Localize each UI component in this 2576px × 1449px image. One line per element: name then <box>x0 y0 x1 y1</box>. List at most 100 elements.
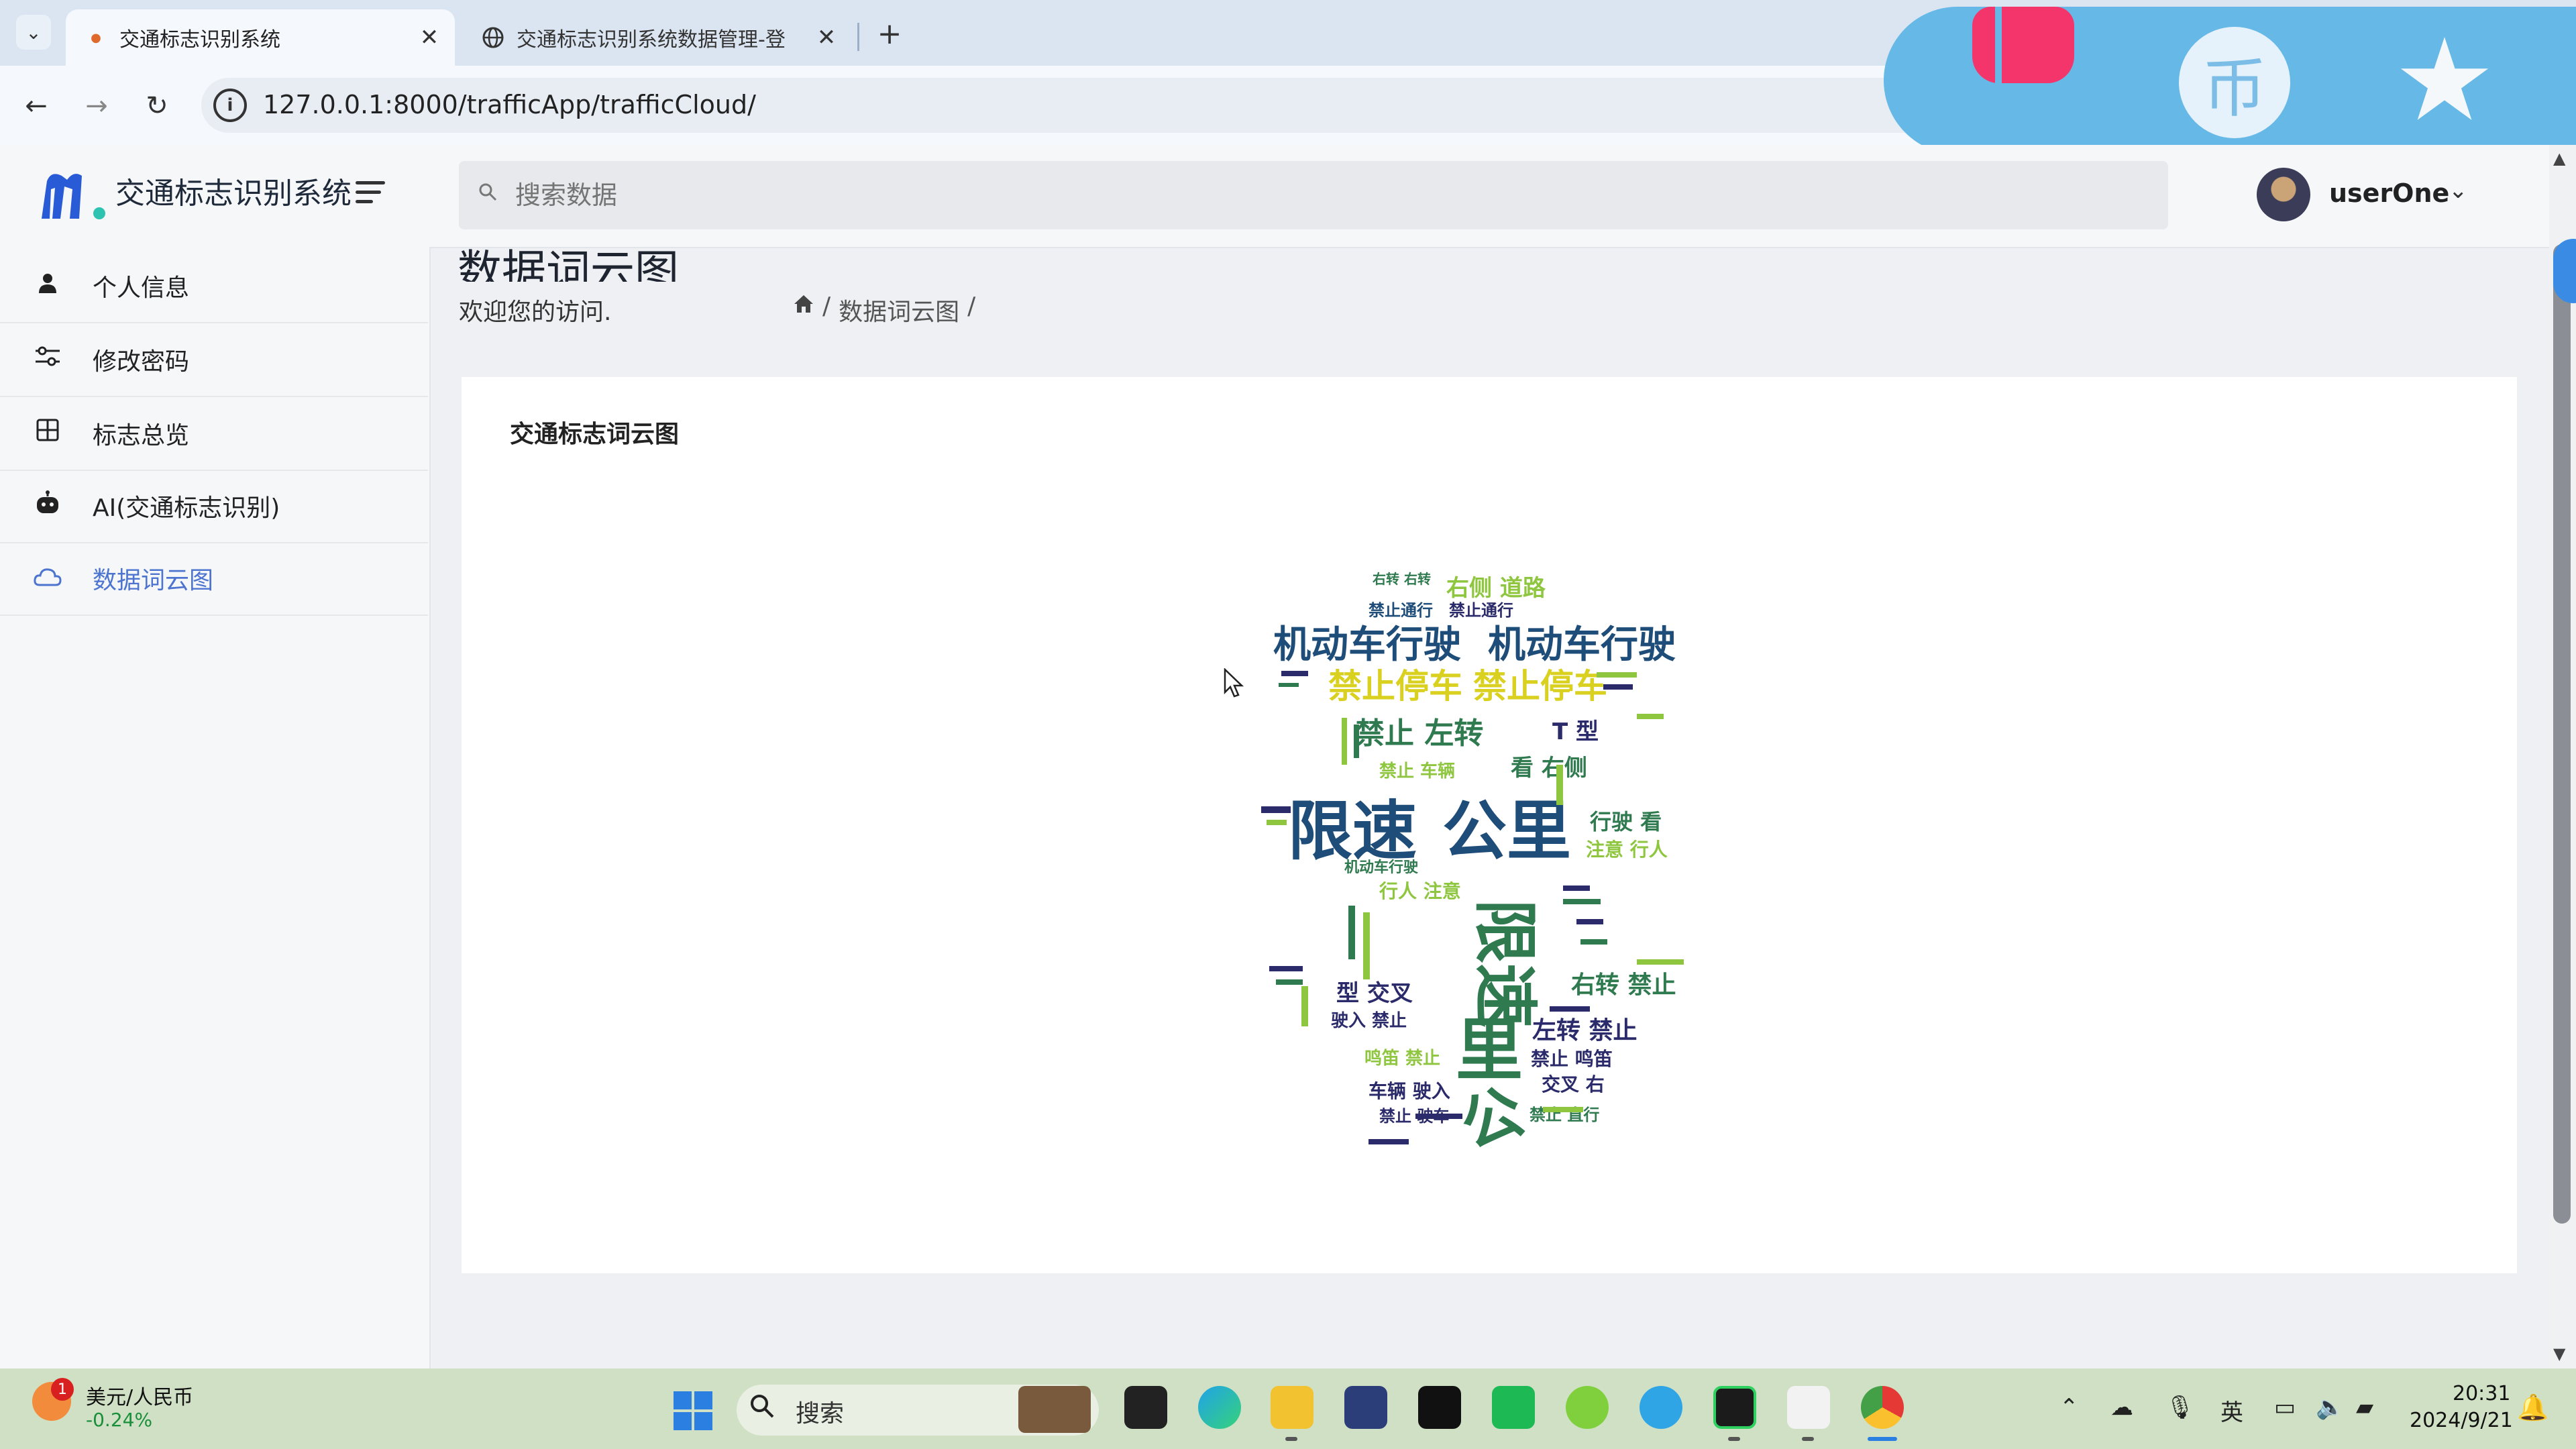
wordcloud-word: 机动车行驶 <box>1273 623 1461 667</box>
card-title: 交通标志词云图 <box>510 421 680 448</box>
reload-icon: ↻ <box>146 91 168 121</box>
coin-icon[interactable]: 币 <box>2179 27 2290 138</box>
file-explorer-dark-icon[interactable] <box>1124 1386 1167 1429</box>
wordcloud-word: T 型 <box>1552 718 1599 745</box>
avatar[interactable] <box>2257 168 2310 221</box>
arrow-left-icon: ← <box>25 91 48 121</box>
thumbs-up-icon[interactable] <box>1972 7 2074 83</box>
wordcloud-word: 交叉 右 <box>1542 1073 1605 1095</box>
sidebar-item-word-cloud[interactable]: 数据词云图 <box>0 542 428 616</box>
ime-indicator[interactable]: 英 <box>2220 1394 2243 1427</box>
sidebar-item-change-password[interactable]: 修改密码 <box>0 323 428 397</box>
globe-icon <box>482 26 504 49</box>
start-menu-icon[interactable] <box>674 1391 712 1430</box>
wordcloud-word: 限速 <box>1467 899 1542 1028</box>
sliders-icon <box>31 344 64 375</box>
store-icon[interactable] <box>1344 1386 1387 1429</box>
grid-icon <box>31 418 64 449</box>
browser-green-icon[interactable] <box>1566 1386 1609 1429</box>
new-tab-button[interactable]: + <box>871 15 908 52</box>
sidebar-item-label: AI(交通标志识别) <box>93 494 280 522</box>
site-info-icon[interactable]: i <box>213 89 247 122</box>
tab-traffic-system[interactable]: ● 交通标志识别系统 ✕ <box>66 9 455 66</box>
forward-button[interactable]: → <box>76 86 117 126</box>
sidebar-item-sign-overview[interactable]: 标志总览 <box>0 397 428 471</box>
running-indicator <box>1868 1437 1897 1441</box>
page-title: 数据词云图 <box>458 246 679 282</box>
battery-icon[interactable]: ▰ <box>2356 1394 2373 1421</box>
wordcloud-word: 左转 禁止 <box>1532 1017 1638 1044</box>
url-text[interactable]: 127.0.0.1:8000/trafficApp/trafficCloud/ <box>263 90 756 119</box>
scrollbar-thumb[interactable] <box>2553 244 2571 1224</box>
sidebar-item-profile[interactable]: 个人信息 <box>0 250 428 323</box>
wordcloud-word: 里 <box>1456 1011 1523 1089</box>
favicon-icon: ● <box>91 30 101 45</box>
running-indicator <box>1285 1437 1297 1441</box>
wordcloud-word: 行人 注意 <box>1379 880 1461 902</box>
wordcloud-word: 看 右侧 <box>1511 755 1587 782</box>
sidebar-item-ai-recognition[interactable]: AI(交通标志识别) <box>0 470 428 543</box>
username[interactable]: userOne <box>2329 178 2449 208</box>
wordcloud-word: 限速 <box>1288 794 1417 869</box>
cloud-icon <box>31 563 64 594</box>
sidebar-item-label: 数据词云图 <box>93 567 214 594</box>
wordcloud-word: 禁止停车 <box>1328 667 1462 706</box>
wechat-icon[interactable] <box>1492 1386 1535 1429</box>
search-input[interactable] <box>514 176 1724 215</box>
close-icon[interactable]: ✕ <box>413 21 445 54</box>
star-icon[interactable]: ★ <box>2388 23 2501 138</box>
sidebar-item-label: 修改密码 <box>93 348 190 376</box>
robot-icon <box>31 490 64 521</box>
sidebar-item-label: 标志总览 <box>93 422 190 449</box>
ie-icon[interactable] <box>1640 1386 1682 1429</box>
wordcloud-word: 型 交叉 <box>1336 980 1413 1007</box>
notification-bell-icon[interactable]: 🔔 <box>2517 1393 2548 1423</box>
volume-icon[interactable]: 🔈 <box>2316 1394 2344 1421</box>
scroll-up-icon[interactable]: ▲ <box>2553 149 2565 168</box>
wordcloud-word: 公里 <box>1442 794 1571 869</box>
chevron-up-icon[interactable]: ⌃ <box>2059 1394 2079 1421</box>
folder-icon[interactable] <box>1271 1386 1313 1429</box>
tab-title: 交通标志识别系统 <box>119 28 280 52</box>
home-icon[interactable] <box>793 292 814 327</box>
wordcloud-word: 机动车行驶 <box>1488 623 1676 667</box>
wordcloud: 右转 右转 右侧 道路 禁止通行 禁止通行 机动车行驶 机动车行驶 禁止停车 禁… <box>1261 571 1684 1154</box>
cloud-sync-icon[interactable]: ☁ <box>2110 1394 2133 1421</box>
wordcloud-word: 注意 行人 <box>1586 839 1668 861</box>
wordcloud-word: 禁止 左转 <box>1355 716 1483 751</box>
chrome-icon[interactable] <box>1861 1386 1904 1429</box>
network-icon[interactable]: ▭ <box>2274 1394 2296 1421</box>
clock-time[interactable]: 20:31 <box>2453 1382 2510 1405</box>
tab-title: 交通标志识别系统数据管理-登 <box>517 28 786 52</box>
app-black-icon[interactable] <box>1418 1386 1461 1429</box>
wordcloud-word: 禁止停车 <box>1473 667 1607 706</box>
pycharm-icon[interactable] <box>1713 1386 1756 1429</box>
app-dots-icon[interactable] <box>1787 1386 1830 1429</box>
wordcloud-word: 禁止通行 <box>1449 601 1513 620</box>
close-icon[interactable]: ✕ <box>810 21 843 54</box>
tab-separator <box>857 23 859 51</box>
side-assistant-icon[interactable] <box>2553 239 2576 303</box>
tab-data-management[interactable]: 交通标志识别系统数据管理-登 ✕ <box>463 9 852 66</box>
scroll-down-icon[interactable]: ▼ <box>2553 1344 2565 1363</box>
breadcrumb-separator: / <box>822 292 831 320</box>
chevron-down-icon[interactable]: ⌄ <box>2449 177 2468 204</box>
breadcrumb-item[interactable]: 数据词云图 <box>839 292 959 327</box>
taskbar-search-label: 搜索 <box>796 1400 845 1428</box>
clock-date[interactable]: 2024/9/21 <box>2410 1409 2513 1432</box>
wordcloud-word: 禁止 车辆 <box>1379 761 1455 782</box>
running-indicator <box>1728 1437 1740 1441</box>
edge-icon[interactable] <box>1198 1386 1241 1429</box>
wordcloud-word: 驶入 禁止 <box>1331 1011 1407 1031</box>
tab-search-button[interactable]: ⌄ <box>16 15 51 50</box>
mouse-cursor-icon <box>1224 667 1244 706</box>
reload-button[interactable]: ↻ <box>137 86 177 126</box>
sidebar-toggle-icon[interactable] <box>356 181 389 208</box>
stock-widget-name[interactable]: 美元/人民币 <box>86 1381 193 1410</box>
search-highlight-image <box>1018 1386 1091 1433</box>
back-button[interactable]: ← <box>16 86 56 126</box>
arrow-right-icon: → <box>85 91 108 121</box>
microphone-icon[interactable]: 🎙 <box>2165 1394 2194 1421</box>
wordcloud-word: 行驶 看 <box>1590 809 1662 835</box>
app-logo <box>42 174 105 219</box>
